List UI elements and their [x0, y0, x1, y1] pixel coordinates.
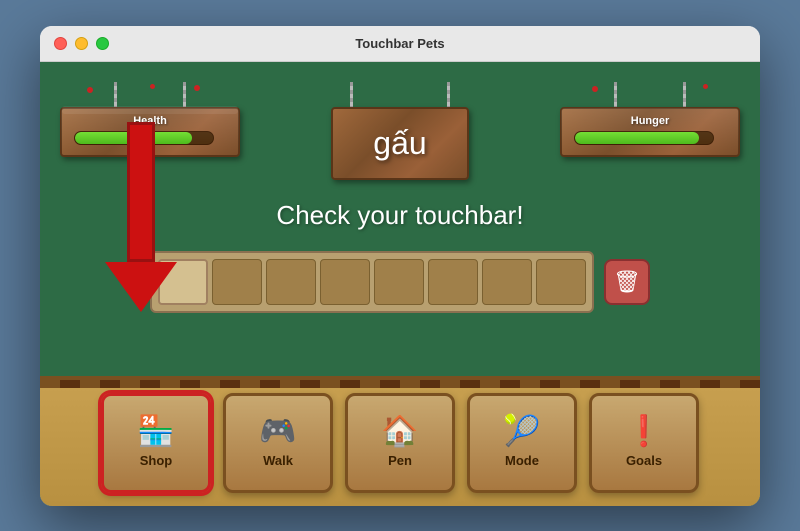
- maximize-button[interactable]: [96, 37, 109, 50]
- touchbar-container: [150, 251, 594, 313]
- trash-button[interactable]: 🗑: [604, 259, 650, 305]
- red-arrow-container: [105, 122, 177, 312]
- hunger-bar-fill: [575, 132, 699, 144]
- app-window: Touchbar Pets Health: [40, 26, 760, 506]
- touchbar-cell-6: [428, 259, 478, 305]
- goals-icon: ❗: [625, 417, 662, 447]
- hunger-bar-bg: [574, 131, 714, 145]
- touchbar-cell-2: [212, 259, 262, 305]
- touchbar-area: 🗑: [150, 251, 650, 313]
- pen-button[interactable]: 🏠 Pen: [345, 393, 455, 493]
- arrow-shaft: [127, 122, 155, 262]
- mode-label: Mode: [505, 453, 539, 468]
- walk-icon: 🎮: [259, 417, 296, 447]
- check-touchbar-text: Check your touchbar!: [276, 200, 523, 231]
- walk-label: Walk: [263, 453, 293, 468]
- main-content: Health gấu: [40, 62, 760, 506]
- pet-name-sign-container: gấu: [300, 82, 500, 180]
- shop-button[interactable]: 🏪 Shop: [101, 393, 211, 493]
- arrow-head: [105, 262, 177, 312]
- pen-icon: 🏠: [381, 417, 418, 447]
- close-button[interactable]: [54, 37, 67, 50]
- hunger-sign-container: Hunger: [560, 82, 740, 157]
- pet-name-sign: gấu: [331, 107, 468, 180]
- shop-label: Shop: [140, 453, 173, 468]
- pen-label: Pen: [388, 453, 412, 468]
- shop-icon: 🏪: [137, 417, 174, 447]
- mode-button[interactable]: 🎾 Mode: [467, 393, 577, 493]
- red-arrow: [105, 122, 177, 312]
- titlebar: Touchbar Pets: [40, 26, 760, 62]
- touchbar-cell-5: [374, 259, 424, 305]
- pet-name: gấu: [373, 125, 426, 162]
- hunger-label: Hunger: [574, 115, 726, 127]
- hunger-sign: Hunger: [560, 107, 740, 157]
- goals-label: Goals: [626, 453, 662, 468]
- walk-button[interactable]: 🎮 Walk: [223, 393, 333, 493]
- touchbar-cell-8: [536, 259, 586, 305]
- touchbar-cell-4: [320, 259, 370, 305]
- touchbar-cell-7: [482, 259, 532, 305]
- mode-icon: 🎾: [503, 417, 540, 447]
- window-title: Touchbar Pets: [109, 36, 691, 51]
- goals-button[interactable]: ❗ Goals: [589, 393, 699, 493]
- traffic-lights: [54, 37, 109, 50]
- minimize-button[interactable]: [75, 37, 88, 50]
- touchbar-cell-3: [266, 259, 316, 305]
- bottom-action-area: 🏪 Shop 🎮 Walk 🏠 Pen 🎾 Mode ❗ Goals: [40, 376, 760, 506]
